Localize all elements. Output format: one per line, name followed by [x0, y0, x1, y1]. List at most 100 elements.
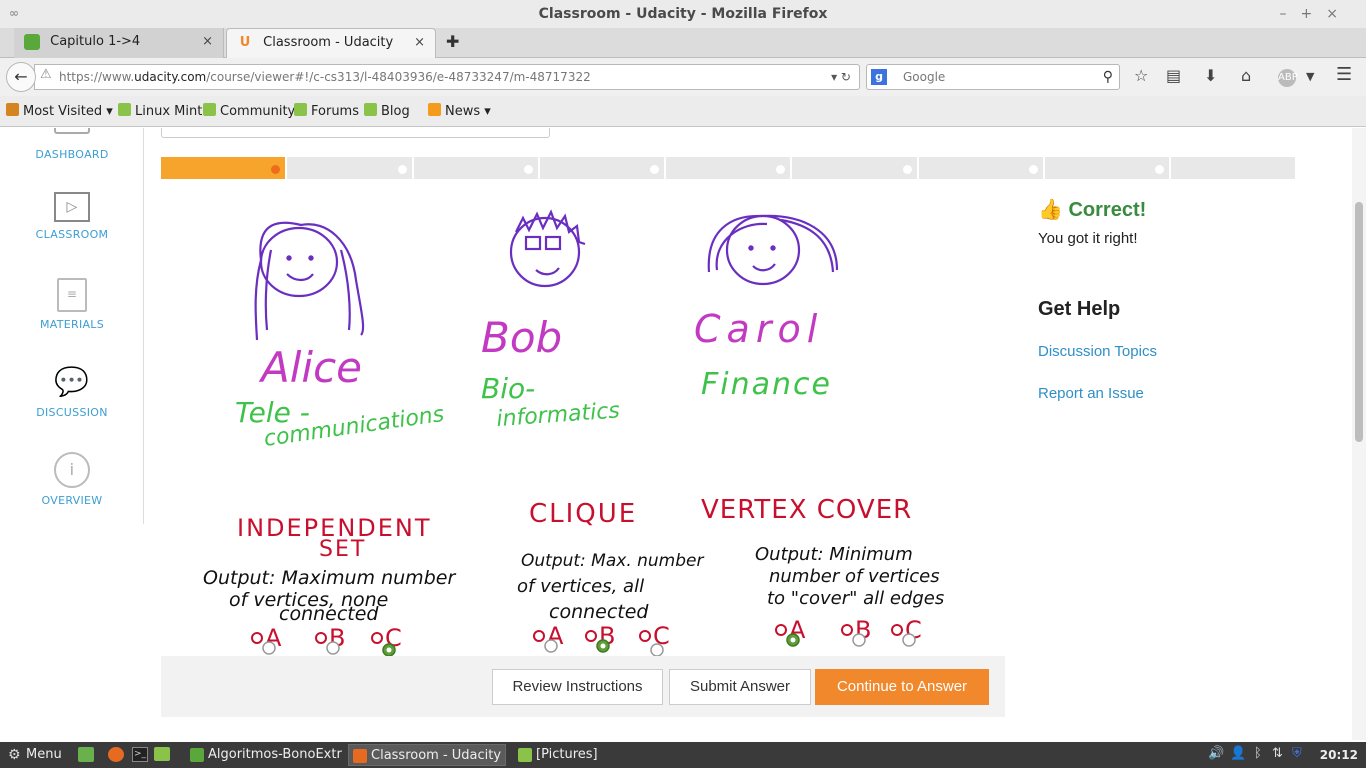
radio-option[interactable]	[262, 641, 276, 655]
progress-dot	[650, 165, 660, 174]
quiz-drawing: Alice Bob Carol Tele - communications Bi…	[161, 180, 1005, 656]
bluetooth-icon[interactable]: ᛒ	[1254, 746, 1262, 761]
menu-icon[interactable]: ☰	[1336, 64, 1352, 85]
radio-dot	[790, 637, 796, 643]
radio-option[interactable]	[852, 633, 866, 647]
start-menu-button[interactable]: ⚙ Menu	[4, 744, 70, 766]
progress-dot	[1155, 165, 1165, 174]
network-icon[interactable]: ⇅	[1272, 746, 1283, 761]
firefox-launcher-icon[interactable]	[108, 747, 124, 762]
radio-option[interactable]	[326, 641, 340, 655]
radio-option[interactable]	[902, 633, 916, 647]
bookmark-forums[interactable]: Forums	[294, 103, 359, 119]
taskbar-item-classroom[interactable]: Classroom - Udacity -...	[348, 744, 506, 766]
tab-label: Classroom - Udacity	[263, 35, 394, 50]
submit-answer-button[interactable]: Submit Answer	[669, 669, 811, 705]
tab-close-icon[interactable]: ×	[414, 29, 425, 57]
progress-segment[interactable]	[792, 157, 919, 179]
previous-content-box	[161, 128, 550, 138]
bookmark-linux-mint[interactable]: Linux Mint	[118, 103, 202, 119]
bookmark-community[interactable]: Community	[203, 103, 295, 119]
option-bubble	[371, 632, 383, 644]
quiz-illustration: Alice Bob Carol Tele - communications Bi…	[203, 209, 944, 656]
vertex-cover-title: VERTEX COVER	[701, 495, 912, 525]
udacity-favicon-icon: U	[239, 34, 251, 50]
option-bubble	[841, 624, 853, 636]
bookmark-star-icon[interactable]: ☆	[1134, 66, 1148, 85]
continue-to-answer-button[interactable]: Continue to Answer	[815, 669, 989, 705]
maximize-icon[interactable]: +	[1301, 6, 1327, 22]
taskbar-item-algoritmos[interactable]: Algoritmos-BonoExtr...	[186, 744, 342, 766]
progress-segment[interactable]	[918, 157, 1046, 179]
tab-classroom[interactable]: U Classroom - Udacity ×	[226, 28, 436, 58]
new-tab-icon[interactable]: ✚	[446, 28, 462, 58]
sidebar-item-overview[interactable]: i OVERVIEW	[0, 452, 144, 507]
close-icon[interactable]: ×	[1326, 6, 1352, 22]
user-icon[interactable]: 👤	[1230, 746, 1246, 761]
sidebar-item-materials[interactable]: ≡ MATERIALS	[0, 278, 144, 331]
bookmark-news[interactable]: News ▾	[428, 103, 491, 119]
sidebar-item-discussion[interactable]: 💬 DISCUSSION	[0, 364, 144, 419]
volume-icon[interactable]: 🔊	[1208, 746, 1224, 761]
progress-segment[interactable]	[287, 157, 414, 179]
url-dropdown-reload[interactable]: ▾ ↻	[831, 65, 851, 89]
back-button[interactable]: ←	[6, 62, 36, 92]
url-domain: udacity.com	[134, 70, 207, 84]
progress-segment[interactable]	[539, 157, 667, 179]
taskbar-item-pictures[interactable]: [Pictures]	[514, 744, 664, 766]
carol-name: Carol	[694, 307, 823, 351]
radio-option[interactable]	[650, 643, 664, 656]
mint-icon	[118, 103, 131, 116]
option-bubble	[315, 632, 327, 644]
lesson-progress-bar	[161, 157, 1297, 179]
vertex-cover-desc-line1: Output: Minimum	[755, 544, 913, 565]
home-icon[interactable]: ⌂	[1241, 66, 1251, 85]
review-instructions-button[interactable]: Review Instructions	[492, 669, 663, 705]
downloads-icon[interactable]: ⬇	[1204, 66, 1217, 85]
progress-dot	[902, 165, 912, 174]
navigation-bar: https://www.udacity.com/course/viewer#!/…	[0, 58, 1366, 96]
progress-segment[interactable]	[1171, 157, 1297, 179]
vertex-cover-desc-line2: number of vertices	[769, 566, 940, 587]
bookmark-blog[interactable]: Blog	[364, 103, 410, 119]
progress-segment[interactable]	[161, 157, 288, 179]
option-bubble	[585, 630, 597, 642]
show-desktop-icon[interactable]	[78, 747, 94, 762]
tab-close-icon[interactable]: ×	[202, 28, 213, 56]
url-bar[interactable]: https://www.udacity.com/course/viewer#!/…	[34, 64, 860, 90]
shield-icon[interactable]: ⛨	[1292, 746, 1302, 761]
bob-face-icon	[509, 209, 586, 288]
page-scrollbar[interactable]	[1352, 128, 1366, 740]
search-input[interactable]: g Google ⚲	[866, 64, 1120, 90]
carol-field-line1: Finance	[701, 367, 832, 402]
search-icon[interactable]: ⚲	[1103, 65, 1113, 89]
reading-list-icon[interactable]: ▤	[1166, 66, 1181, 85]
report-issue-link[interactable]: Report an Issue	[1038, 385, 1144, 402]
adblock-dropdown-icon[interactable]: ▼	[1306, 70, 1314, 83]
radio-option[interactable]	[544, 639, 558, 653]
correct-message: You got it right!	[1038, 230, 1138, 247]
option-bubble	[775, 624, 787, 636]
independent-set-desc-line3: connected	[279, 603, 379, 625]
progress-dot	[271, 165, 281, 174]
option-bubble	[891, 624, 903, 636]
clique-desc-line1: Output: Max. number	[521, 551, 704, 571]
files-launcher-icon[interactable]	[154, 747, 170, 761]
tab-capitulo[interactable]: Capitulo 1->4 ×	[14, 28, 224, 58]
progress-segment[interactable]	[413, 157, 540, 179]
progress-segment[interactable]	[666, 157, 793, 179]
mint-icon	[294, 103, 307, 116]
pencil-app-icon	[190, 748, 204, 762]
progress-segment[interactable]	[1045, 157, 1172, 179]
quiz-action-bar: Review Instructions Submit Answer Contin…	[161, 656, 1005, 717]
sidebar-item-classroom[interactable]: ▷ CLASSROOM	[0, 192, 144, 241]
minimize-icon[interactable]: –	[1280, 6, 1301, 22]
scrollbar-thumb[interactable]	[1355, 202, 1363, 442]
adblock-icon[interactable]: ABP	[1278, 69, 1298, 87]
terminal-launcher-icon[interactable]: >_	[132, 747, 148, 762]
gear-icon: ⚙	[8, 747, 21, 763]
sidebar-item-dashboard[interactable]: DASHBOARD	[0, 128, 144, 161]
window-menu-icon[interactable]: ∞	[6, 6, 22, 20]
bookmark-most-visited[interactable]: Most Visited ▾	[6, 103, 113, 119]
discussion-topics-link[interactable]: Discussion Topics	[1038, 343, 1157, 360]
